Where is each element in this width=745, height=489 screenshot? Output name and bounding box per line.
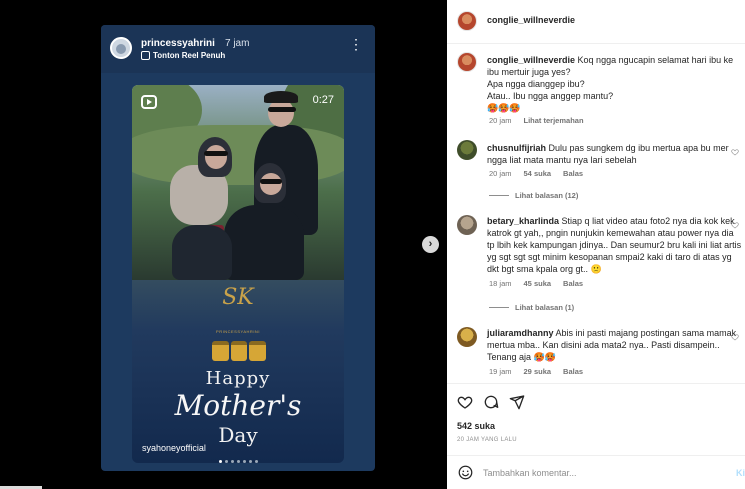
comment-likes[interactable]: 45 suka (524, 279, 552, 288)
view-replies-button[interactable]: Lihat balasan (1) (489, 303, 574, 312)
replies-divider (489, 307, 509, 308)
person-seated (172, 225, 232, 280)
view-replies-button[interactable]: Lihat balasan (12) (489, 191, 578, 200)
ellipsis-vertical-icon[interactable]: ⋮ (349, 37, 363, 51)
likes-count[interactable]: 542 suka (457, 421, 495, 431)
comment-username[interactable]: betary_kharlinda (487, 216, 559, 226)
comment-username[interactable]: conglie_willneverdie (487, 55, 575, 65)
instagram-post-modal: princessyahrini 7 jam Tonton Reel Penuh … (0, 0, 745, 489)
comment-body: betary_kharlinda Stiap q liat video atau… (487, 215, 742, 275)
carousel-dots (101, 460, 375, 463)
story-header: princessyahrini 7 jam Tonton Reel Penuh … (101, 25, 375, 73)
comment-username[interactable]: chusnulfijriah (487, 143, 546, 153)
post-timestamp: 20 JAM YANG LALU (457, 437, 517, 443)
heart-icon[interactable] (731, 333, 739, 341)
comment-meta: 20 jam Lihat terjemahan (489, 116, 584, 125)
comment-body: chusnulfijriah Dulu pas sungkem dg ibu m… (487, 142, 742, 166)
reel-icon (141, 95, 157, 109)
emoji-icon[interactable] (458, 465, 473, 480)
story-time: 7 jam (225, 38, 250, 49)
comment-meta: 18 jam 45 suka Balas (489, 279, 583, 288)
sunglasses (268, 107, 296, 112)
share-icon[interactable] (509, 394, 525, 410)
carousel-dot (230, 460, 234, 463)
comment-body: conglie_willneverdie Koq ngga ngucapin s… (487, 54, 742, 114)
face (205, 145, 227, 169)
carousel-dot (236, 460, 240, 463)
story-post[interactable]: princessyahrini 7 jam Tonton Reel Penuh … (101, 25, 375, 471)
comment-likes[interactable]: 29 suka (524, 367, 552, 376)
comment-body: juliaramdhanny Abis ini pasti majang pos… (487, 327, 742, 363)
sunglasses (204, 151, 228, 156)
comment-time: 20 jam (489, 116, 512, 125)
reel-icon (141, 51, 150, 60)
comment-likes[interactable]: 54 suka (524, 169, 552, 178)
video-duration: 0:27 (312, 94, 334, 106)
avatar[interactable] (457, 140, 477, 160)
comment-time: 20 jam (489, 169, 512, 178)
comments-pane: conglie_willneverdie conglie_willneverdi… (447, 0, 745, 489)
person-seated (224, 205, 304, 280)
cap (264, 91, 298, 103)
carousel-dot (248, 460, 252, 463)
comment-meta: 20 jam 54 suka Balas (489, 169, 583, 178)
greeting-mothers: Mother's (174, 389, 302, 422)
carousel-dot (254, 460, 258, 463)
heart-icon[interactable] (731, 221, 739, 229)
story-avatar[interactable] (110, 37, 132, 59)
see-translation-link[interactable]: Lihat terjemahan (524, 116, 584, 125)
honey-jar (212, 341, 229, 361)
carousel-dot (242, 460, 246, 463)
carousel-dot (224, 460, 228, 463)
media-area: princessyahrini 7 jam Tonton Reel Penuh … (0, 0, 447, 489)
comment-input[interactable] (483, 465, 723, 481)
greeting-happy: Happy (205, 368, 271, 389)
story-username[interactable]: princessyahrini (141, 38, 215, 49)
avatar[interactable] (457, 215, 477, 235)
avatar[interactable] (457, 52, 477, 72)
heart-icon[interactable] (731, 148, 739, 156)
post-author[interactable]: conglie_willneverdie (487, 15, 575, 25)
comment-username[interactable]: juliaramdhanny (487, 328, 554, 338)
watch-full-reel-link[interactable]: Tonton Reel Penuh (141, 51, 225, 60)
comment-icon[interactable] (483, 394, 499, 410)
replies-divider (489, 195, 509, 196)
honey-jar (249, 341, 267, 361)
reply-button[interactable]: Balas (563, 367, 583, 376)
comment-time: 19 jam (489, 367, 512, 376)
view-replies-label: Lihat balasan (1) (515, 303, 575, 312)
face (268, 99, 294, 127)
brand-logo-caption: PRINCESSYAHRINI (216, 329, 260, 334)
avatar[interactable] (457, 327, 477, 347)
post-header: conglie_willneverdie (447, 0, 745, 44)
carousel-dot (218, 460, 222, 463)
add-comment-bar: Ki (447, 455, 745, 489)
post-actions: 542 suka 20 JAM YANG LALU (447, 383, 745, 443)
face (260, 173, 282, 195)
view-replies-label: Lihat balasan (12) (515, 191, 579, 200)
reply-button[interactable]: Balas (563, 279, 583, 288)
honey-jar (230, 341, 248, 361)
reply-button[interactable]: Balas (563, 169, 583, 178)
brand-logo: SK (222, 285, 254, 310)
watch-full-reel-label: Tonton Reel Penuh (153, 51, 226, 60)
post-comment-button[interactable]: Ki (736, 468, 745, 478)
reel-media[interactable]: 0:27 SK PRINCESSYAHRINI Happy Mother's D… (132, 85, 344, 463)
family-photo (132, 85, 344, 280)
comment-meta: 19 jam 29 suka Balas (489, 367, 583, 376)
watermark: syahoneyofficial (142, 443, 206, 453)
chevron-right-icon[interactable]: › (422, 236, 439, 253)
honey-jars (212, 341, 267, 361)
comment-time: 18 jam (489, 279, 512, 288)
sunglasses (260, 179, 282, 184)
heart-icon[interactable] (457, 394, 473, 410)
avatar[interactable] (457, 11, 477, 31)
